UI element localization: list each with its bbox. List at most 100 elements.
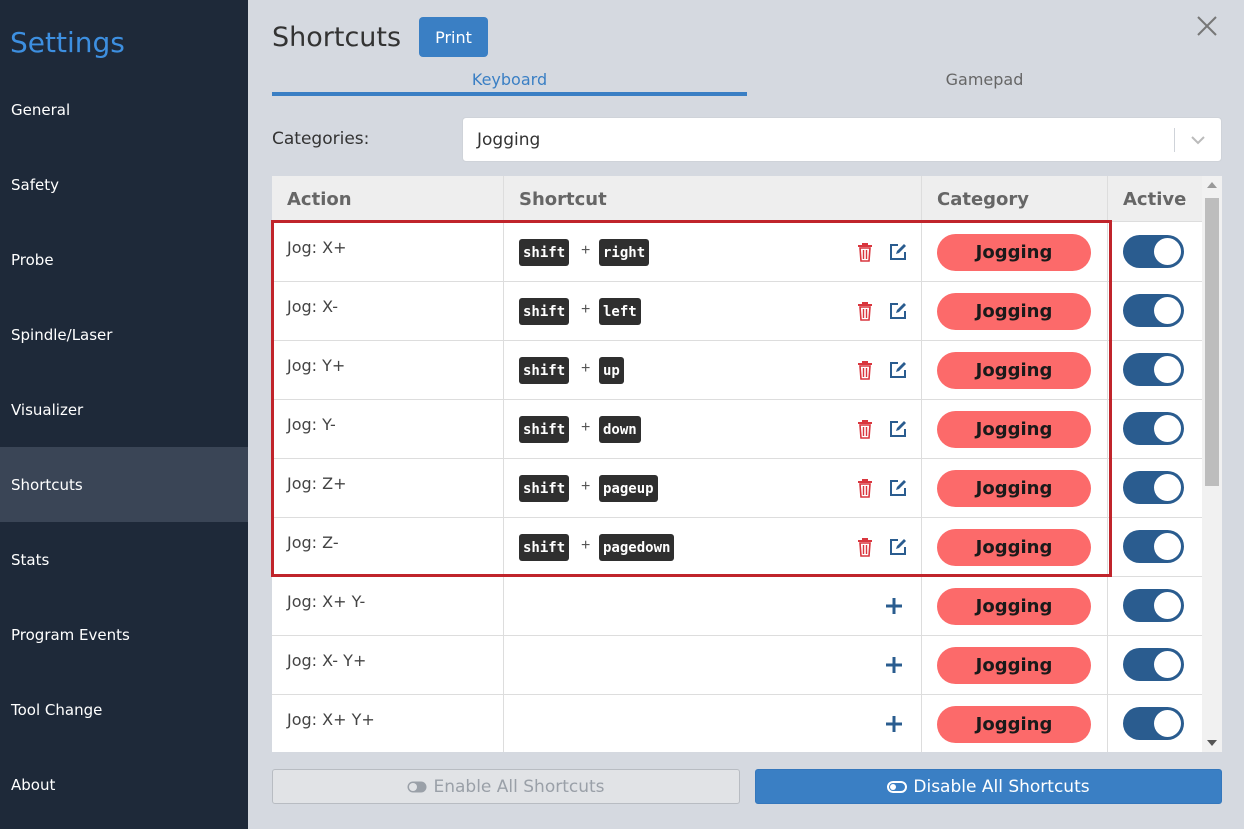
action-cell: Jog: X- Y+ [272,636,504,695]
add-icon[interactable] [884,653,904,677]
key-plus-separator: + [581,242,591,259]
key-badge: shift [519,357,570,384]
header-action: Action [272,176,504,222]
edit-icon[interactable] [888,419,908,439]
scroll-up-arrow[interactable] [1207,182,1217,188]
table-row: Jog: X- Y+ Jogging [272,636,1202,695]
category-pill: Jogging [937,293,1091,330]
shortcut-cell: shift + up [504,341,922,400]
add-icon[interactable] [884,594,904,618]
categories-select-value: Jogging [477,130,541,150]
active-toggle[interactable] [1123,294,1184,327]
active-toggle[interactable] [1123,353,1184,386]
action-label: Jog: Y+ [287,356,346,375]
header-active: Active [1123,188,1187,210]
category-cell: Jogging [922,282,1108,341]
category-pill: Jogging [937,234,1091,271]
category-cell: Jogging [922,695,1108,752]
sidebar-item-about[interactable]: About [0,747,248,822]
shortcut-cell: shift + left [504,282,922,341]
sidebar-item-probe[interactable]: Probe [0,222,248,297]
active-toggle[interactable] [1123,707,1184,740]
tab-gamepad[interactable]: Gamepad [747,70,1222,96]
scroll-thumb[interactable] [1205,198,1219,486]
trash-icon[interactable] [856,360,874,380]
enable-all-shortcuts-button[interactable]: Enable All Shortcuts [272,769,740,804]
table-scrollbar[interactable] [1202,176,1222,752]
tab-keyboard[interactable]: Keyboard [272,70,747,96]
action-cell: Jog: Z+ [272,459,504,518]
edit-icon[interactable] [888,478,908,498]
action-cell: Jog: X+ [272,223,504,282]
toggle-knob [1154,474,1181,501]
table-header: Action Shortcut Category Active [272,176,1202,222]
sidebar: Settings General Safety Probe Spindle/La… [0,0,248,829]
category-pill: Jogging [937,411,1091,448]
action-cell: Jog: Z- [272,518,504,577]
toggle-knob [1154,297,1181,324]
disable-all-shortcuts-button[interactable]: Disable All Shortcuts [755,769,1222,804]
action-label: Jog: X- Y+ [287,651,367,670]
active-toggle[interactable] [1123,530,1184,563]
active-toggle[interactable] [1123,589,1184,622]
active-cell [1108,518,1202,577]
sidebar-item-tool-change[interactable]: Tool Change [0,672,248,747]
active-toggle[interactable] [1123,471,1184,504]
active-cell [1108,695,1202,752]
action-cell: Jog: X+ Y+ [272,695,504,752]
trash-icon[interactable] [856,419,874,439]
scroll-down-arrow[interactable] [1207,740,1217,746]
key-plus-separator: + [581,419,591,436]
print-button[interactable]: Print [419,17,488,57]
sidebar-item-spindle-laser[interactable]: Spindle/Laser [0,297,248,372]
active-toggle[interactable] [1123,648,1184,681]
toggle-knob [1154,592,1181,619]
action-label: Jog: X- [287,297,339,316]
category-cell: Jogging [922,341,1108,400]
edit-icon[interactable] [888,242,908,262]
active-toggle[interactable] [1123,412,1184,445]
action-cell: Jog: X+ Y- [272,577,504,636]
key-badge: left [599,298,641,325]
header-category: Category [922,176,1108,222]
trash-icon[interactable] [856,242,874,262]
edit-icon[interactable] [888,537,908,557]
category-pill: Jogging [937,352,1091,389]
table-row: Jog: Z-shift + pagedown Jogging [272,518,1202,577]
category-pill: Jogging [937,529,1091,566]
categories-label: Categories: [272,129,370,149]
action-cell: Jog: Y- [272,400,504,459]
key-badge: pageup [599,475,658,502]
trash-icon[interactable] [856,478,874,498]
close-icon[interactable] [1196,15,1218,37]
active-toggle[interactable] [1123,235,1184,268]
trash-icon[interactable] [856,301,874,321]
key-plus-separator: + [581,478,591,495]
active-cell [1108,577,1202,636]
action-label: Jog: Z- [287,533,339,552]
sidebar-item-general[interactable]: General [0,72,248,147]
sidebar-item-visualizer[interactable]: Visualizer [0,372,248,447]
sidebar-title: Settings [10,26,125,59]
sidebar-item-safety[interactable]: Safety [0,147,248,222]
chevron-down-icon[interactable] [1189,131,1207,149]
sidebar-item-program-events[interactable]: Program Events [0,597,248,672]
category-pill: Jogging [937,647,1091,684]
table-row: Jog: Y-shift + down Jogging [272,400,1202,459]
shortcut-cell [504,636,922,695]
enable-all-shortcuts-label: Enable All Shortcuts [433,776,605,797]
category-cell: Jogging [922,223,1108,282]
edit-icon[interactable] [888,360,908,380]
category-pill: Jogging [937,470,1091,507]
trash-icon[interactable] [856,537,874,557]
sidebar-item-stats[interactable]: Stats [0,522,248,597]
shortcut-cell: shift + down [504,400,922,459]
key-plus-separator: + [581,360,591,377]
categories-select[interactable]: Jogging [462,117,1222,162]
select-divider [1174,128,1175,152]
add-icon[interactable] [884,712,904,736]
edit-icon[interactable] [888,301,908,321]
table-row: Jog: Y+ shift + up Jogging [272,341,1202,400]
sidebar-item-shortcuts[interactable]: Shortcuts [0,447,248,522]
key-badge: right [599,239,650,266]
